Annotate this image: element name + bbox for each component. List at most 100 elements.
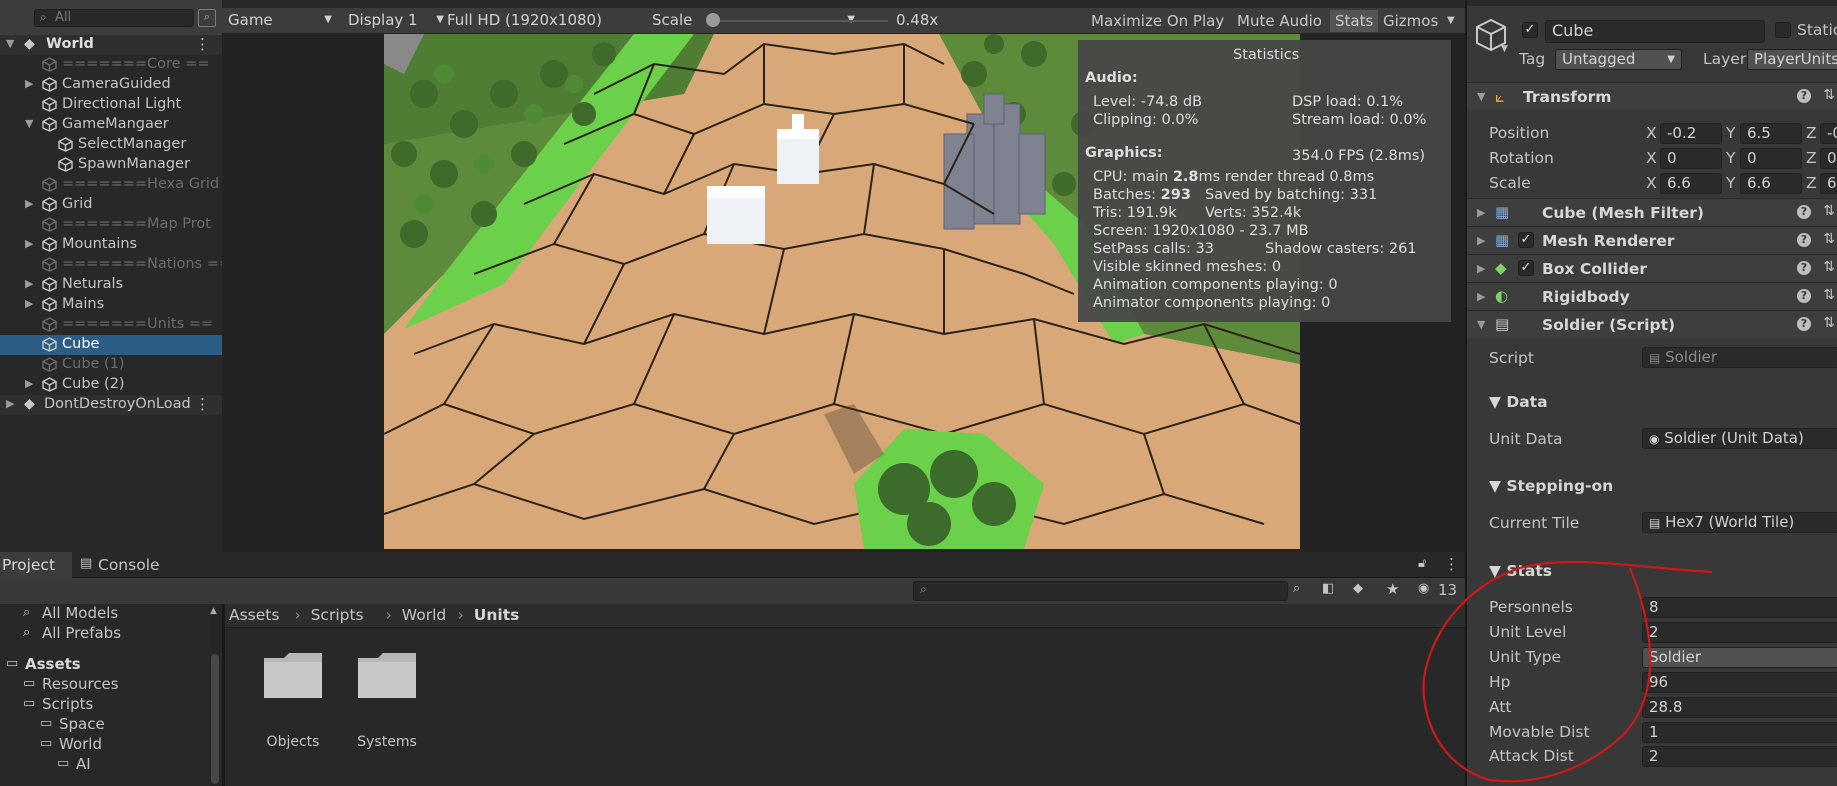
- transform-value-field[interactable]: -0.2: [1660, 123, 1722, 144]
- section-stepping-on[interactable]: ▼ Stepping-on: [1489, 477, 1613, 495]
- gizmos-button[interactable]: Gizmos: [1378, 10, 1444, 32]
- transform-value-field[interactable]: 6.6: [1820, 173, 1837, 194]
- scene-row-dontdestroy[interactable]: ▶ ◆ DontDestroyOnLoad ⋮: [0, 395, 222, 415]
- hierarchy-item[interactable]: =======Hexa Grid: [0, 175, 222, 195]
- fold-down-icon[interactable]: ▼: [6, 37, 14, 50]
- transform-value-field[interactable]: 0: [1820, 148, 1837, 169]
- help-icon[interactable]: ?: [1797, 289, 1811, 303]
- breadcrumb-item[interactable]: Units: [474, 606, 520, 624]
- layer-dropdown[interactable]: PlayerUnits: [1747, 49, 1837, 70]
- transform-value-field[interactable]: 0: [1660, 148, 1722, 169]
- active-checkbox[interactable]: ✓: [1522, 22, 1538, 38]
- script-field[interactable]: ▤ Soldier: [1642, 347, 1837, 368]
- transform-value-field[interactable]: 6.6: [1740, 173, 1802, 194]
- fold-right-icon[interactable]: ▶: [25, 377, 33, 390]
- object-name-field[interactable]: Cube: [1545, 20, 1765, 43]
- locate-icon[interactable]: ⌕: [198, 9, 216, 27]
- hierarchy-item[interactable]: ▶ CameraGuided: [0, 75, 222, 95]
- component-transform[interactable]: ▼ ⟀ Transform ? ⇅: [1467, 82, 1837, 110]
- filter-icon[interactable]: ◧: [1322, 581, 1334, 596]
- help-icon[interactable]: ?: [1797, 317, 1811, 331]
- fold-right-icon[interactable]: ▶: [1477, 290, 1485, 303]
- settings-icon[interactable]: ⇅: [1823, 287, 1835, 303]
- section-data[interactable]: ▼ Data: [1489, 393, 1548, 411]
- hierarchy-item[interactable]: ▶ Neturals: [0, 275, 222, 295]
- hierarchy-item[interactable]: ▶ Cube (2): [0, 375, 222, 395]
- hierarchy-item[interactable]: SelectManager: [0, 135, 222, 155]
- settings-icon[interactable]: ⇅: [1823, 203, 1835, 219]
- scale-slider-thumb[interactable]: [706, 13, 720, 27]
- breadcrumb-item[interactable]: World: [402, 606, 446, 624]
- hierarchy-item[interactable]: Directional Light: [0, 95, 222, 115]
- hierarchy-item[interactable]: =======Units ==: [0, 315, 222, 335]
- transform-value-field[interactable]: 6.5: [1740, 123, 1802, 144]
- hierarchy-item[interactable]: =======Core ==: [0, 55, 222, 75]
- scale-slider-track[interactable]: [708, 20, 888, 22]
- tag-dropdown[interactable]: Untagged ▼: [1555, 49, 1682, 70]
- tab-project[interactable]: Project: [0, 552, 72, 578]
- dropdown-arrow-icon[interactable]: ▼: [1501, 44, 1508, 54]
- axis-label[interactable]: Z: [1806, 149, 1817, 167]
- fold-right-icon[interactable]: ▶: [25, 237, 33, 250]
- static-checkbox[interactable]: [1775, 22, 1791, 38]
- stats-button[interactable]: Stats: [1330, 10, 1379, 32]
- axis-label[interactable]: Y: [1726, 149, 1735, 167]
- hierarchy-item[interactable]: ▼ GameMangaer: [0, 115, 222, 135]
- settings-icon[interactable]: ⇅: [1823, 231, 1835, 247]
- hierarchy-item[interactable]: =======Map Prot: [0, 215, 222, 235]
- current-tile-field[interactable]: ▤ Hex7 (World Tile): [1642, 512, 1837, 533]
- scroll-up-icon[interactable]: ▲: [210, 606, 217, 616]
- star-icon[interactable]: ★: [1386, 580, 1399, 598]
- fold-right-icon[interactable]: ▶: [25, 297, 33, 310]
- help-icon[interactable]: ?: [1797, 205, 1811, 219]
- asset-folder[interactable]: Systems: [347, 644, 427, 754]
- fold-right-icon[interactable]: ▶: [1477, 206, 1485, 219]
- hierarchy-item[interactable]: ▶ Grid: [0, 195, 222, 215]
- help-icon[interactable]: ?: [1797, 89, 1811, 103]
- project-search-input[interactable]: ⌕: [913, 581, 1288, 601]
- filter-by-type-icon[interactable]: ⌕: [1293, 581, 1300, 596]
- maximize-on-play-button[interactable]: Maximize On Play: [1086, 10, 1230, 32]
- transform-value-field[interactable]: -0.: [1820, 123, 1837, 144]
- more-menu-icon[interactable]: ⋮: [195, 35, 210, 53]
- axis-label[interactable]: Z: [1806, 124, 1817, 142]
- fold-right-icon[interactable]: ▶: [1477, 234, 1485, 247]
- component-header[interactable]: ▶ ◆ ✓? ⇅ Box Collider: [1467, 254, 1837, 282]
- help-icon[interactable]: ?: [1797, 233, 1811, 247]
- axis-label[interactable]: Y: [1726, 124, 1735, 142]
- display-dropdown[interactable]: Display 1 ▼: [348, 11, 444, 31]
- axis-label[interactable]: Z: [1806, 174, 1817, 192]
- axis-label[interactable]: X: [1646, 149, 1657, 167]
- fold-down-icon[interactable]: ▼: [1477, 90, 1485, 103]
- mute-audio-button[interactable]: Mute Audio: [1232, 10, 1327, 32]
- fold-right-icon[interactable]: ▶: [6, 397, 14, 410]
- hierarchy-item[interactable]: Cube: [0, 335, 222, 355]
- fold-right-icon[interactable]: ▶: [25, 77, 33, 90]
- hierarchy-item[interactable]: ▶ Mountains: [0, 235, 222, 255]
- view-dropdown[interactable]: Game ▼: [228, 11, 332, 31]
- component-header[interactable]: ▶ ▦? ⇅ Cube (Mesh Filter): [1467, 198, 1837, 226]
- dropdown-arrow-icon[interactable]: ▼: [1447, 15, 1455, 26]
- label-icon[interactable]: ◆: [1353, 581, 1363, 596]
- axis-label[interactable]: X: [1646, 124, 1657, 142]
- component-enabled-checkbox[interactable]: ✓: [1518, 260, 1534, 276]
- transform-value-field[interactable]: 0: [1740, 148, 1802, 169]
- fold-right-icon[interactable]: ▶: [1477, 262, 1485, 275]
- asset-folder[interactable]: Objects: [253, 644, 333, 754]
- help-icon[interactable]: ?: [1797, 261, 1811, 275]
- hierarchy-item[interactable]: Cube (1): [0, 355, 222, 375]
- breadcrumb-item[interactable]: Scripts: [311, 606, 364, 624]
- component-header[interactable]: ▶ ◐? ⇅ Rigidbody: [1467, 282, 1837, 310]
- axis-label[interactable]: X: [1646, 174, 1657, 192]
- axis-label[interactable]: Y: [1726, 174, 1735, 192]
- hierarchy-search[interactable]: ⌕ All: [34, 9, 194, 27]
- scene-row-world[interactable]: ▼ ◆ World ⋮: [0, 35, 222, 55]
- project-tree-scrollbar[interactable]: ▲: [209, 604, 221, 786]
- fold-right-icon[interactable]: ▶: [25, 277, 33, 290]
- hierarchy-item[interactable]: SpawnManager: [0, 155, 222, 175]
- unit-data-field[interactable]: ◉ Soldier (Unit Data): [1642, 428, 1837, 449]
- settings-icon[interactable]: ⇅: [1823, 259, 1835, 275]
- hierarchy-item[interactable]: =======Nations ==: [0, 255, 222, 275]
- settings-icon[interactable]: ⇅: [1823, 315, 1835, 331]
- component-header[interactable]: ▶ ▦ ✓? ⇅ Mesh Renderer: [1467, 226, 1837, 254]
